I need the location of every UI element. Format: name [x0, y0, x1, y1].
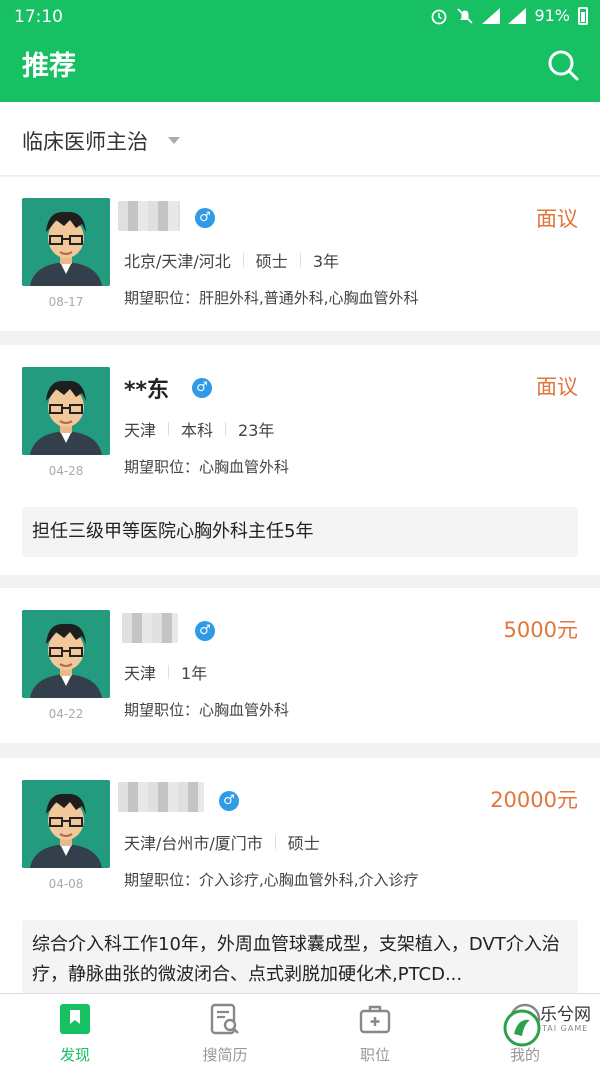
post-date: 04-08 [48, 877, 84, 891]
expected-position: 期望职位：心胸血管外科 [124, 701, 290, 719]
battery-icon [578, 6, 588, 25]
experience: 1年 [181, 664, 208, 683]
education: 硕士 [287, 834, 320, 853]
chevron-down-icon[interactable] [168, 137, 180, 144]
watermark-subtext: TAI GAME [542, 1024, 589, 1033]
avatar [22, 610, 110, 698]
watermark-logo-icon [503, 1009, 541, 1047]
education: 硕士 [255, 252, 288, 271]
status-time: 17:10 [14, 7, 63, 27]
candidate-info: 天津 1年 [124, 660, 207, 684]
filter-bar: 临床医师主治 筛选 [0, 102, 600, 260]
name-redacted [118, 782, 204, 812]
candidate-card[interactable]: 08-17 ♂ 面议 北京/天津/河北 硕士 3年 期望职位：肝胆外科,普通外科… [0, 177, 600, 331]
name-redacted [122, 613, 178, 643]
candidate-card[interactable]: 04-08 ♂ 20000元 天津/台州市/厦门市 硕士 期望职位：介入诊疗,心… [0, 758, 600, 994]
post-date: 04-28 [48, 464, 84, 478]
experience: 23年 [238, 421, 275, 440]
bookmark-icon [60, 1004, 90, 1034]
male-icon: ♂ [195, 208, 215, 228]
page-title: 推荐 [22, 51, 76, 82]
resume-search-icon [210, 1003, 239, 1035]
mute-icon [457, 7, 474, 24]
male-icon: ♂ [192, 378, 212, 398]
briefcase-icon [359, 1005, 391, 1034]
candidate-info: 天津 本科 23年 [124, 417, 274, 441]
experience: 3年 [312, 252, 339, 271]
tab-discover[interactable]: 发现 [15, 994, 135, 1067]
status-bar: 17:10 91% [0, 0, 600, 34]
app-header: 推荐 [0, 34, 600, 102]
tab-label: 发现 [59, 1046, 90, 1064]
candidate-description: 综合介入科工作10年，外周血管球囊成型，支架植入，DVT介入治疗，静脉曲张的微波… [22, 920, 578, 994]
location: 天津 [124, 421, 157, 440]
tab-jobs[interactable]: 职位 [315, 994, 435, 1067]
tab-label: 职位 [359, 1046, 390, 1064]
alarm-icon [432, 9, 447, 24]
candidate-info: 天津/台州市/厦门市 硕士 [124, 830, 320, 854]
search-icon[interactable] [546, 48, 580, 82]
education: 本科 [181, 421, 214, 440]
avatar [22, 198, 110, 286]
avatar [22, 780, 110, 868]
candidate-name: **东 [124, 378, 170, 403]
expected-position: 期望职位：心胸血管外科 [124, 458, 290, 476]
candidate-info: 北京/天津/河北 硕士 3年 [124, 248, 339, 272]
post-date: 04-22 [48, 707, 84, 721]
location: 天津 [124, 664, 157, 683]
status-icons: 91% [430, 6, 588, 25]
candidate-card[interactable]: 04-22 ♂ 5000元 天津 1年 期望职位：心胸血管外科 [0, 588, 600, 743]
signal-4g-icon [482, 7, 501, 24]
post-date: 08-17 [48, 295, 84, 309]
name-redacted [118, 201, 180, 231]
tab-search-resume[interactable]: 搜简历 [165, 994, 285, 1067]
watermark-text: 乐兮网 [540, 1005, 591, 1025]
avatar [22, 367, 110, 455]
candidate-card[interactable]: 04-28 **东 ♂ 面议 天津 本科 23年 期望职位：心胸血管外科 担任三… [0, 345, 600, 575]
battery-text: 91% [534, 6, 570, 25]
watermark: 乐兮网 TAI GAME [500, 1000, 600, 1067]
expected-position: 期望职位：肝胆外科,普通外科,心胸血管外科 [124, 289, 419, 307]
salary: 面议 [536, 375, 578, 399]
salary: 20000元 [490, 788, 578, 812]
expected-position: 期望职位：介入诊疗,心胸血管外科,介入诊疗 [124, 871, 419, 889]
location: 北京/天津/河北 [124, 252, 231, 271]
position-selector[interactable]: 临床医师主治 [22, 126, 148, 156]
male-icon: ♂ [195, 621, 215, 641]
salary: 面议 [536, 207, 578, 231]
signal-icon [508, 7, 527, 24]
tab-label: 搜简历 [202, 1046, 248, 1064]
location: 天津/台州市/厦门市 [124, 834, 263, 853]
candidate-description: 担任三级甲等医院心胸外科主任5年 [22, 507, 578, 557]
salary: 5000元 [503, 618, 578, 642]
male-icon: ♂ [219, 791, 239, 811]
